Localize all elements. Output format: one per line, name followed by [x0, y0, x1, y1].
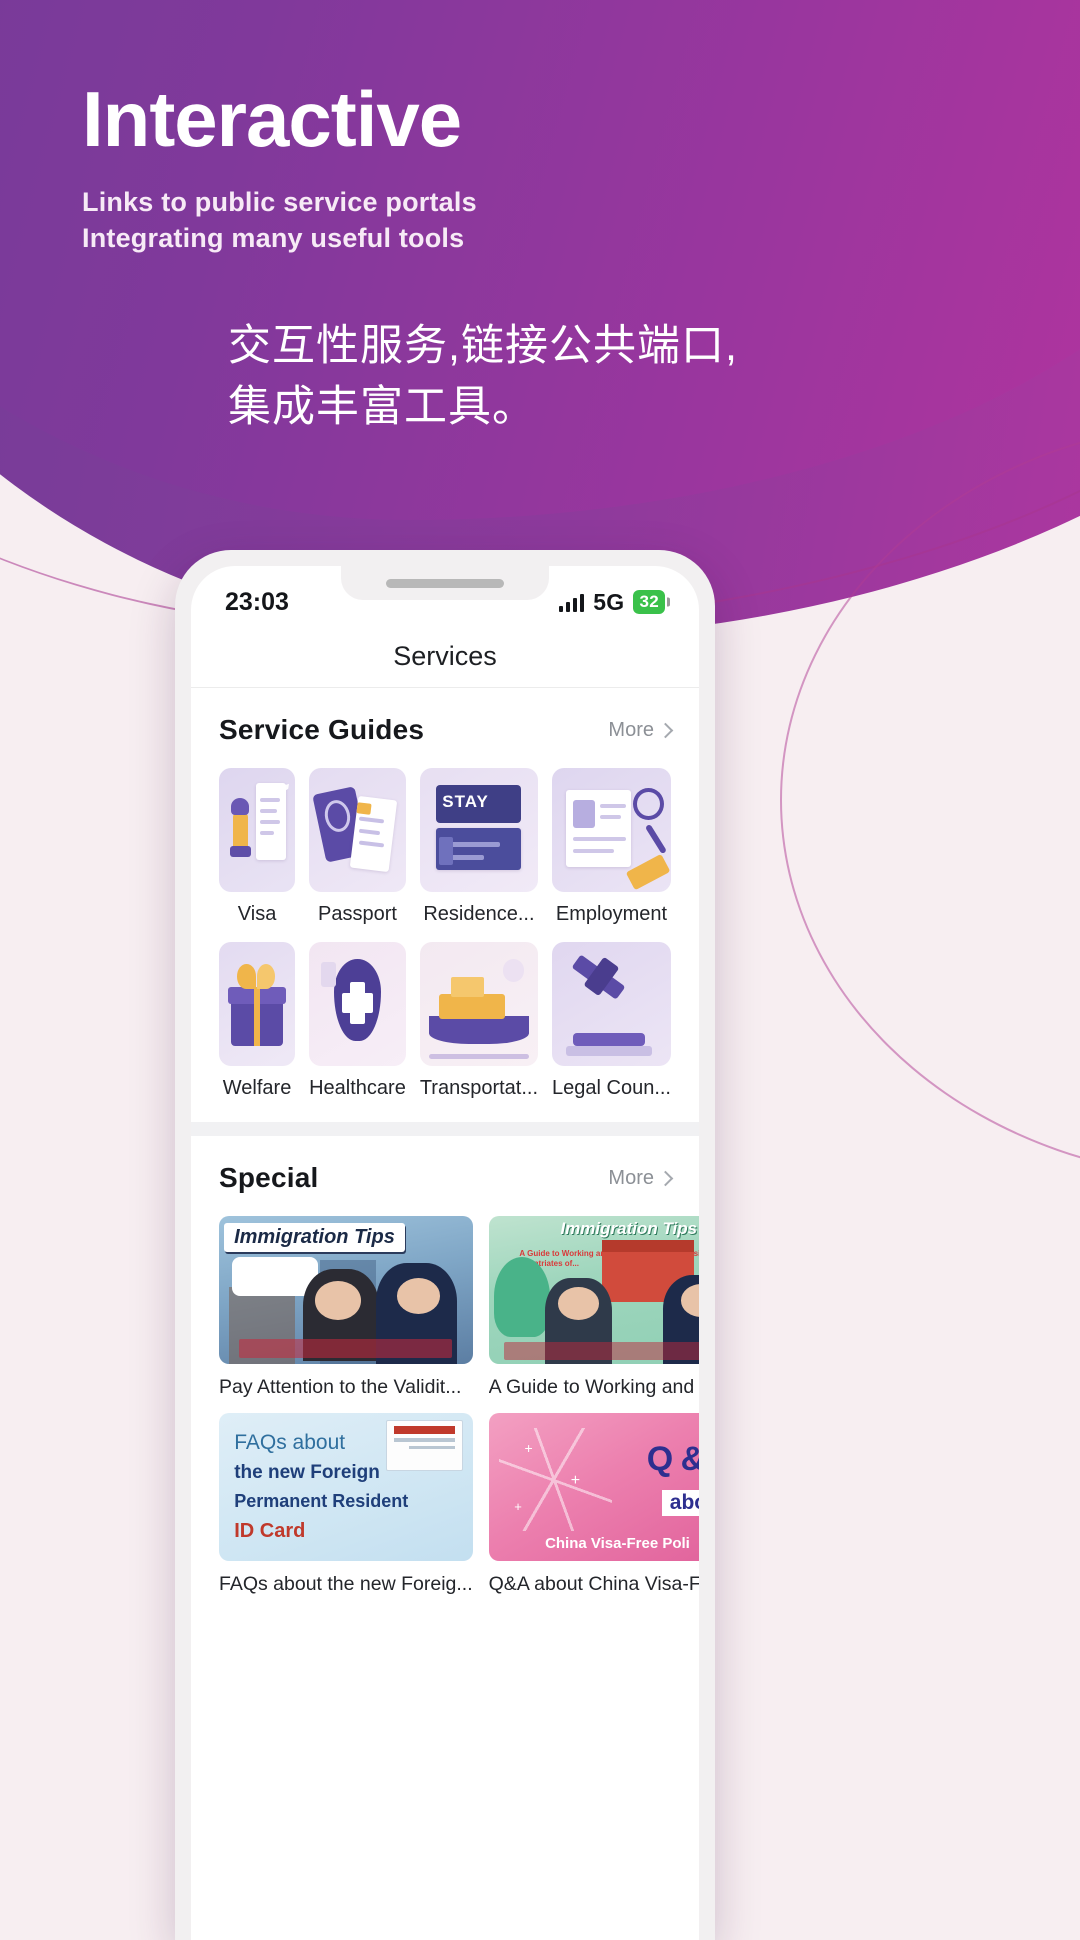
- legal-gavel-icon: [552, 942, 671, 1066]
- healthcare-shield-icon: [309, 942, 406, 1066]
- service-guide-item[interactable]: Legal Coun...: [552, 942, 671, 1100]
- service-guide-label: Legal Coun...: [552, 1077, 671, 1099]
- service-guide-item[interactable]: Employment: [552, 768, 671, 926]
- special-section: Special More Immigration Tips Pay Attent…: [191, 1136, 699, 1618]
- phone-screen: 23:03 5G 32 Services Service Guides More: [191, 566, 699, 1940]
- visa-stamp-icon: [219, 768, 296, 892]
- service-guide-label: Welfare: [222, 1077, 292, 1099]
- special-card[interactable]: Immigration Tips Pay Attention to the Va…: [219, 1216, 473, 1399]
- hero-subtitle-line2: Integrating many useful tools: [82, 223, 465, 254]
- service-guides-section: Service Guides More Visa Passport STAY R…: [191, 688, 699, 1122]
- special-card-caption: Q&A about China Visa-Free...: [488, 1573, 699, 1595]
- page-title: Services: [191, 626, 699, 688]
- qa-visa-free-thumb: + + + Q & A about China Visa-Free Poli: [488, 1413, 699, 1561]
- service-guide-label: Transportat...: [419, 1077, 539, 1099]
- service-guide-item[interactable]: Passport: [309, 768, 406, 926]
- service-guide-label: Passport: [317, 903, 397, 925]
- hero-text-block: Interactive Links to public service port…: [82, 80, 477, 257]
- service-guide-item[interactable]: Healthcare: [309, 942, 406, 1100]
- special-card[interactable]: FAQs about the new Foreign Permanent Res…: [219, 1413, 473, 1596]
- welfare-gift-icon: [219, 942, 296, 1066]
- faqs-permanent-resident-thumb: FAQs about the new Foreign Permanent Res…: [219, 1413, 473, 1561]
- hero-subtitle: Links to public service portals Integrat…: [82, 184, 477, 257]
- section-divider: [191, 1122, 699, 1136]
- qa-line-1: Q & A: [646, 1439, 699, 1478]
- service-guide-item[interactable]: Visa: [219, 768, 296, 926]
- service-guide-label: Residence...: [423, 903, 535, 925]
- service-guide-label: Employment: [555, 903, 668, 925]
- immigration-tips-working-thumb: Immigration Tips A Guide to Working and …: [488, 1216, 699, 1364]
- special-header: Special More: [219, 1162, 674, 1194]
- special-card-caption: FAQs about the new Foreig...: [219, 1573, 473, 1595]
- special-card-banner-title: Immigration Tips: [560, 1218, 698, 1238]
- hero-chinese-line1: 交互性服务,链接公共端口,: [228, 322, 738, 370]
- hero-chinese-text: 交互性服务,链接公共端口, 集成丰富工具。: [228, 316, 738, 438]
- service-guides-title: Service Guides: [219, 714, 425, 745]
- status-bar-time: 23:03: [225, 587, 289, 616]
- battery-indicator: 32: [633, 590, 665, 614]
- hero-title: Interactive: [82, 75, 462, 163]
- service-guide-label: Visa: [237, 903, 277, 925]
- faq-line-4: ID Card: [234, 1519, 306, 1542]
- service-guides-grid: Visa Passport STAY Residence... Employme…: [219, 768, 671, 1100]
- service-guide-item[interactable]: STAY Residence...: [419, 768, 539, 926]
- special-title: Special: [219, 1162, 319, 1193]
- special-card-caption: Pay Attention to the Validit...: [219, 1376, 462, 1398]
- transport-ship-icon: [419, 942, 539, 1066]
- navbar-title-label: Services: [393, 641, 497, 671]
- special-card-caption: A Guide to Working and Livi...: [488, 1376, 699, 1398]
- employment-id-icon: [552, 768, 671, 892]
- special-card-banner-title: Immigration Tips: [224, 1223, 405, 1253]
- phone-mockup: 23:03 5G 32 Services Service Guides More: [175, 550, 715, 1940]
- hero-chinese-line2: 集成丰富工具。: [228, 383, 536, 432]
- network-type-label: 5G: [593, 588, 625, 615]
- signal-bars-icon: [558, 593, 585, 612]
- special-card[interactable]: Immigration Tips A Guide to Working and …: [488, 1216, 699, 1399]
- service-guide-item[interactable]: Transportat...: [419, 942, 539, 1100]
- service-guides-more-label: More: [608, 718, 654, 741]
- service-guides-header: Service Guides More: [219, 714, 674, 746]
- passport-book-icon: [309, 768, 406, 892]
- special-more-label: More: [608, 1166, 654, 1189]
- service-guides-more-button[interactable]: More: [608, 718, 674, 742]
- qa-line-2: about: [661, 1489, 699, 1516]
- service-guide-label: Healthcare: [309, 1077, 406, 1099]
- scroll-content[interactable]: Service Guides More Visa Passport STAY R…: [191, 688, 699, 1618]
- special-card[interactable]: + + + Q & A about China Visa-Free Poli Q…: [488, 1413, 699, 1596]
- residence-card-icon: STAY: [419, 768, 539, 892]
- immigration-tips-validity-thumb: Immigration Tips: [219, 1216, 473, 1364]
- faq-line-3: Permanent Resident: [234, 1491, 409, 1512]
- service-guide-item[interactable]: Welfare: [219, 942, 296, 1100]
- faq-line-2: the new Foreign: [234, 1461, 380, 1483]
- phone-speaker: [386, 579, 504, 588]
- special-grid: Immigration Tips Pay Attention to the Va…: [219, 1216, 699, 1596]
- faq-line-1: FAQs about: [234, 1430, 346, 1454]
- status-bar-indicators: 5G 32: [558, 588, 665, 616]
- hero-subtitle-line1: Links to public service portals: [82, 187, 477, 217]
- special-more-button[interactable]: More: [608, 1166, 674, 1190]
- chevron-right-icon: [657, 1170, 674, 1186]
- chevron-right-icon: [657, 722, 674, 738]
- qa-line-3: China Visa-Free Poli: [545, 1535, 690, 1553]
